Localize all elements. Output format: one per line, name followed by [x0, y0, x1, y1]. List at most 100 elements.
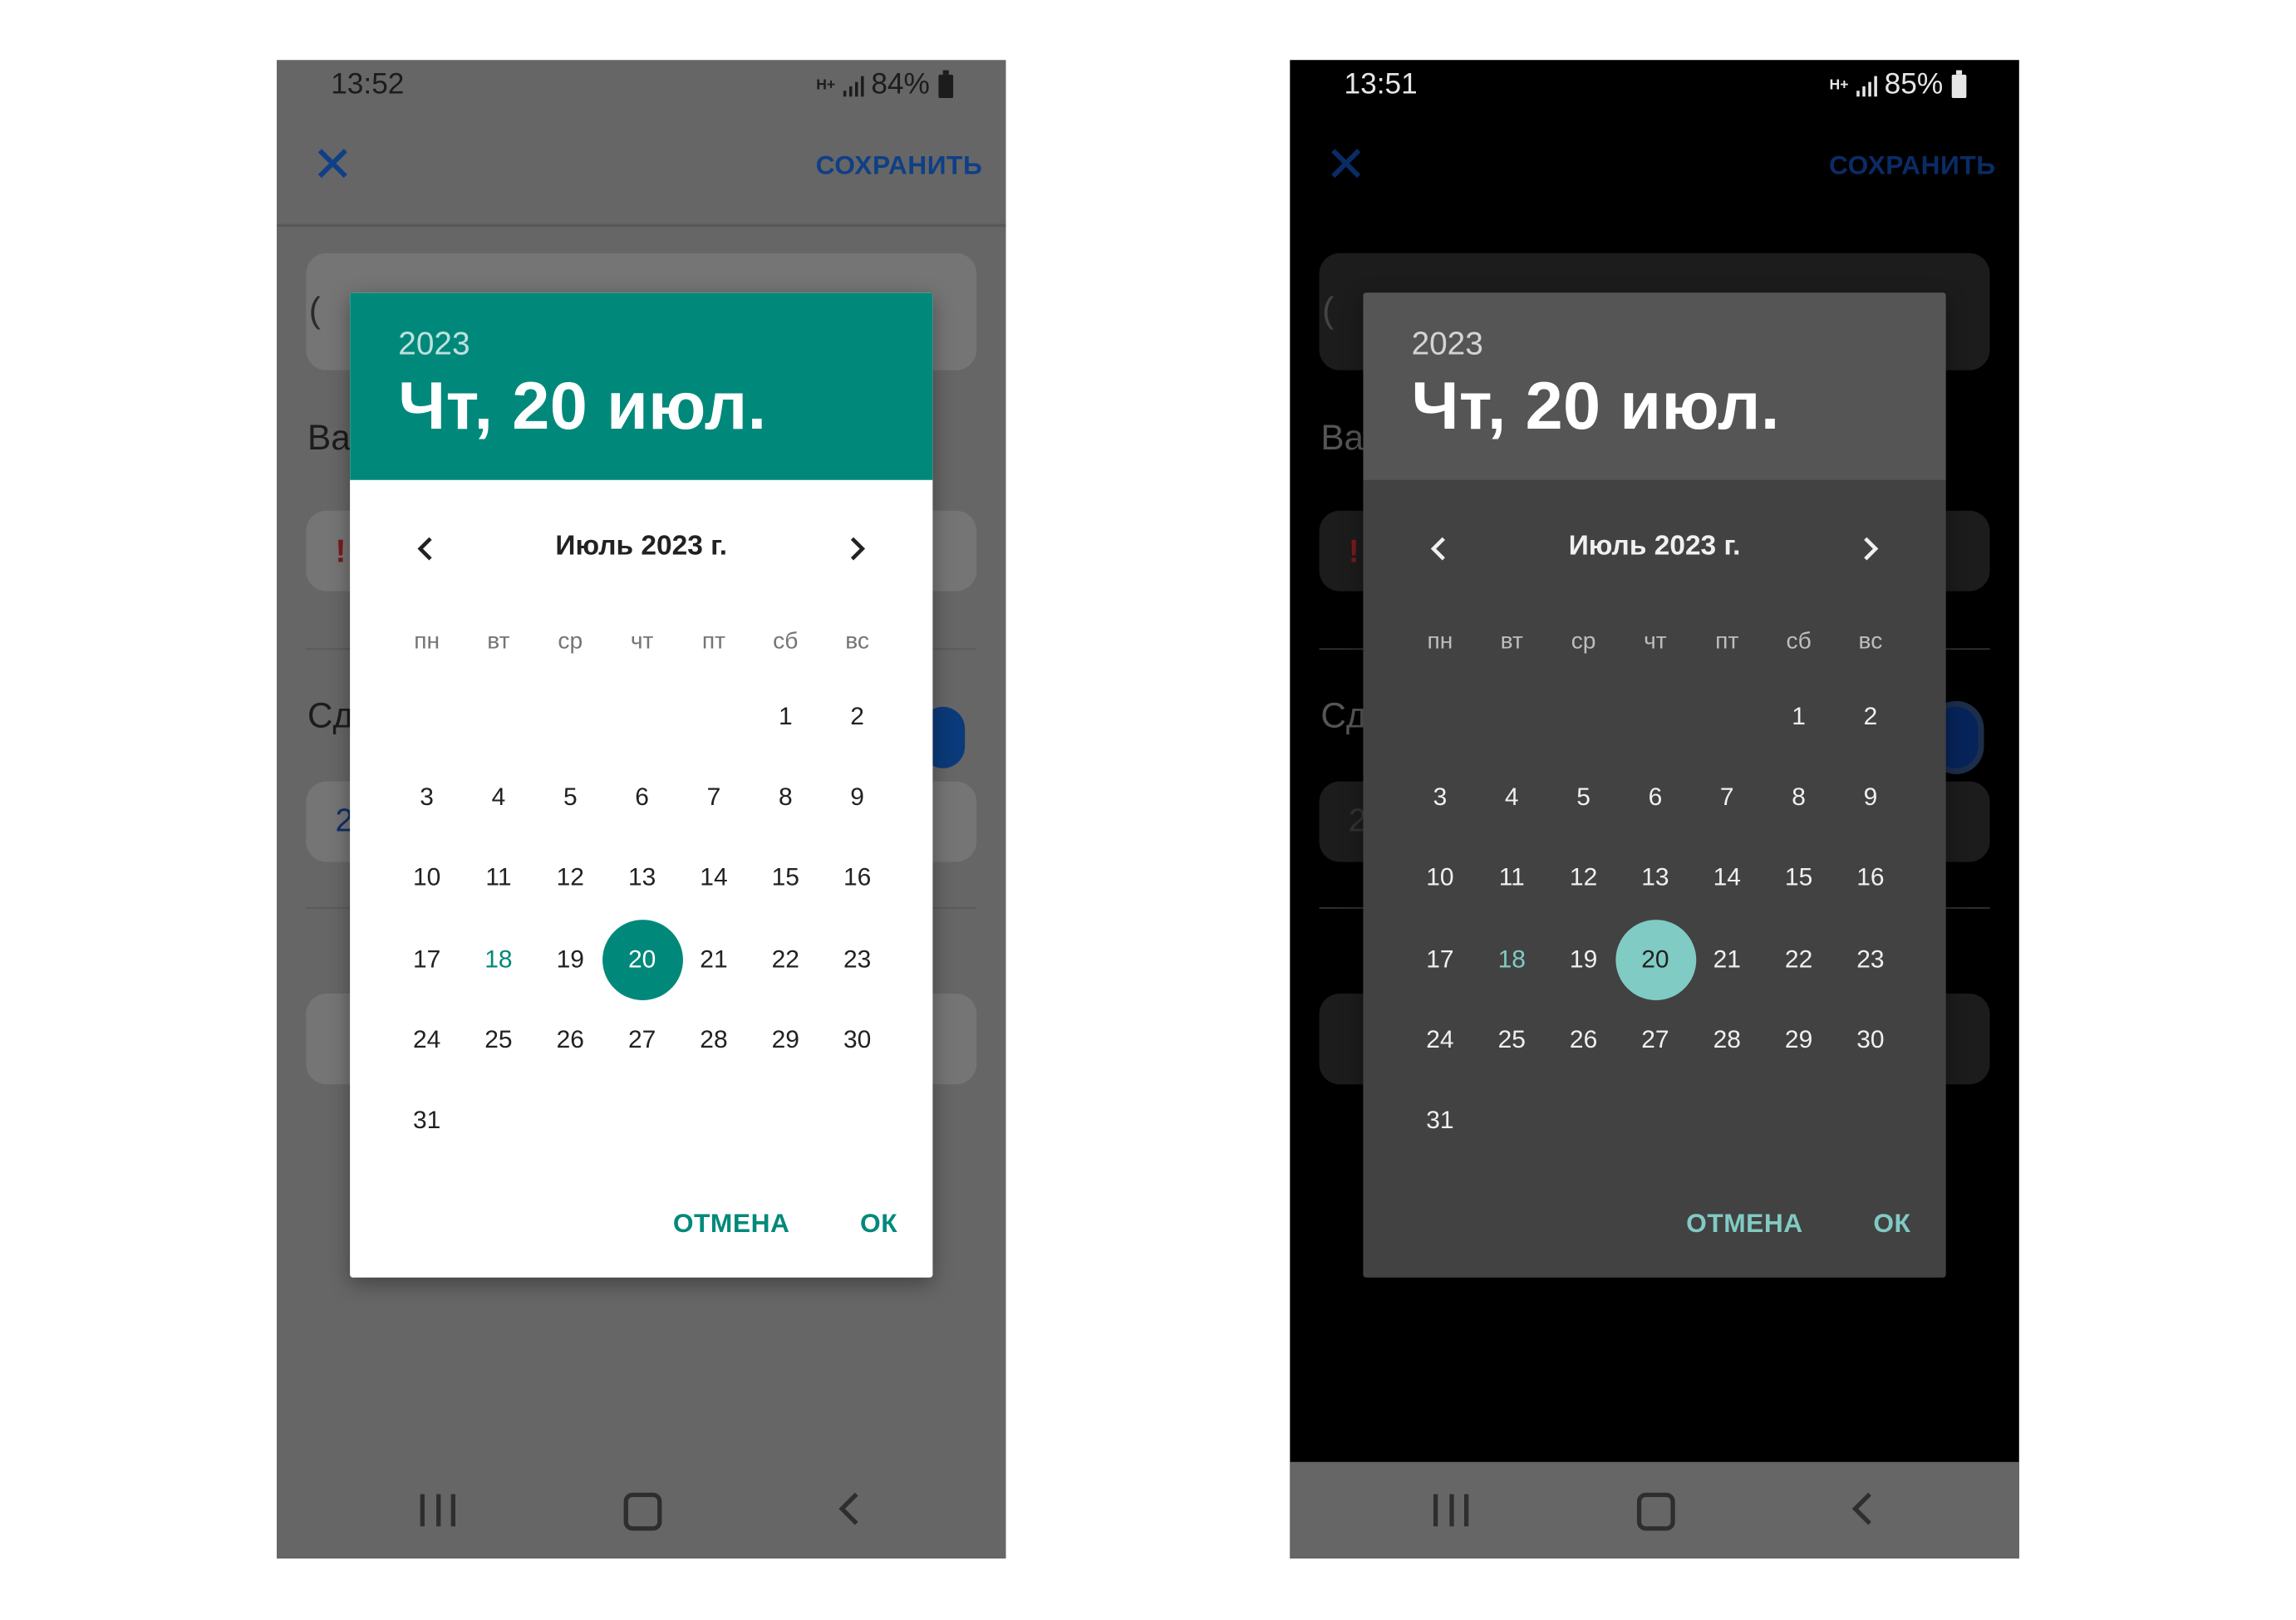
calendar-day[interactable]: 14: [1691, 838, 1763, 919]
calendar-day-selected[interactable]: 20: [1620, 919, 1691, 999]
cancel-button[interactable]: ОТМЕНА: [1651, 1208, 1838, 1239]
calendar-day[interactable]: 12: [1547, 838, 1619, 919]
calendar-day[interactable]: 13: [1620, 838, 1691, 919]
home-icon[interactable]: [623, 1492, 662, 1531]
calendar-day-number: 21: [1713, 945, 1741, 973]
back-icon[interactable]: [834, 1491, 863, 1526]
calendar-day[interactable]: 11: [463, 838, 534, 919]
calendar-day[interactable]: 2: [1835, 676, 1906, 757]
calendar-day[interactable]: 28: [1691, 999, 1763, 1080]
calendar-day[interactable]: 15: [750, 838, 821, 919]
ok-button[interactable]: ОК: [1838, 1208, 1946, 1239]
calendar-day[interactable]: 5: [1547, 757, 1619, 837]
calendar-day[interactable]: 23: [821, 919, 892, 999]
status-time: 13:51: [1344, 68, 1418, 101]
calendar-day[interactable]: 18: [463, 919, 534, 999]
calendar-day-number: 9: [1863, 783, 1878, 811]
chevron-right-icon: [1864, 537, 1879, 561]
calendar-day-number: 8: [778, 783, 793, 811]
calendar-day[interactable]: 31: [391, 1081, 462, 1161]
calendar-day[interactable]: 11: [1476, 838, 1547, 919]
calendar-day-number: 10: [1426, 863, 1454, 892]
calendar-day[interactable]: 12: [534, 838, 606, 919]
calendar-day[interactable]: 4: [463, 757, 534, 837]
next-month-button[interactable]: [1852, 531, 1887, 566]
calendar-day-selected[interactable]: 20: [606, 919, 677, 999]
calendar-day[interactable]: 28: [678, 999, 750, 1080]
ok-button[interactable]: ОК: [825, 1208, 933, 1239]
year-selector[interactable]: 2023: [398, 325, 470, 363]
save-button[interactable]: СОХРАНИТЬ: [1829, 150, 1996, 181]
calendar-day-number: 2: [1863, 701, 1878, 730]
calendar-day[interactable]: 3: [1404, 757, 1476, 837]
calendar-day[interactable]: 18: [1476, 919, 1547, 999]
calendar-day[interactable]: 2: [821, 676, 892, 757]
calendar-day[interactable]: 26: [534, 999, 606, 1080]
calendar-day[interactable]: 8: [750, 757, 821, 837]
calendar-day-number: 13: [627, 863, 656, 892]
calendar-day-number: 19: [1569, 945, 1598, 973]
calendar-day[interactable]: 6: [1620, 757, 1691, 837]
calendar-day[interactable]: 9: [821, 757, 892, 837]
calendar-day-number: 22: [771, 945, 799, 973]
calendar-day[interactable]: 27: [1620, 999, 1691, 1080]
calendar-day[interactable]: 16: [821, 838, 892, 919]
calendar-day[interactable]: 30: [1835, 999, 1906, 1080]
calendar-day-number: 24: [1426, 1025, 1454, 1053]
calendar-day[interactable]: 7: [1691, 757, 1763, 837]
back-icon[interactable]: [1848, 1491, 1877, 1526]
calendar-day-number: 2: [850, 701, 864, 730]
calendar-day[interactable]: 26: [1547, 999, 1619, 1080]
calendar-day-number: 30: [1856, 1025, 1885, 1053]
calendar-day[interactable]: 22: [750, 919, 821, 999]
calendar-day[interactable]: 27: [606, 999, 677, 1080]
calendar-day[interactable]: 7: [678, 757, 750, 837]
recent-apps-icon[interactable]: [420, 1494, 455, 1527]
next-month-button[interactable]: [839, 531, 874, 566]
weekday-label: чт: [630, 629, 654, 655]
calendar-day[interactable]: 29: [750, 999, 821, 1080]
calendar-day[interactable]: 24: [1404, 999, 1476, 1080]
calendar-day[interactable]: 17: [391, 919, 462, 999]
calendar-day[interactable]: 3: [391, 757, 462, 837]
calendar-day[interactable]: 31: [1404, 1081, 1476, 1161]
calendar-day[interactable]: 10: [1404, 838, 1476, 919]
calendar-day[interactable]: 19: [534, 919, 606, 999]
calendar-day[interactable]: 4: [1476, 757, 1547, 837]
calendar-day[interactable]: 9: [1835, 757, 1906, 837]
calendar-day-number: 23: [1856, 945, 1885, 973]
calendar-day-number: 16: [843, 863, 872, 892]
calendar-day[interactable]: 25: [1476, 999, 1547, 1080]
calendar-day[interactable]: 13: [606, 838, 677, 919]
cancel-button[interactable]: ОТМЕНА: [638, 1208, 825, 1239]
calendar-day[interactable]: 29: [1763, 999, 1834, 1080]
status-time: 13:52: [331, 68, 405, 101]
calendar-day[interactable]: 25: [463, 999, 534, 1080]
save-button[interactable]: СОХРАНИТЬ: [816, 150, 983, 181]
calendar-day[interactable]: 6: [606, 757, 677, 837]
calendar-day-number: 4: [1504, 783, 1519, 811]
calendar-day[interactable]: 15: [1763, 838, 1834, 919]
calendar-day[interactable]: 8: [1763, 757, 1834, 837]
calendar-day[interactable]: 21: [678, 919, 750, 999]
calendar-day[interactable]: 30: [821, 999, 892, 1080]
calendar-day[interactable]: 21: [1691, 919, 1763, 999]
calendar-day[interactable]: 1: [1763, 676, 1834, 757]
calendar-day[interactable]: 17: [1404, 919, 1476, 999]
close-icon[interactable]: ✕: [312, 140, 353, 190]
calendar-day[interactable]: 14: [678, 838, 750, 919]
calendar-day[interactable]: 5: [534, 757, 606, 837]
calendar-day[interactable]: 24: [391, 999, 462, 1080]
system-nav-bar: [277, 1461, 1006, 1559]
calendar-day[interactable]: 22: [1763, 919, 1834, 999]
calendar-day-number: 3: [420, 783, 434, 811]
calendar-day[interactable]: 19: [1547, 919, 1619, 999]
year-selector[interactable]: 2023: [1412, 325, 1483, 363]
recent-apps-icon[interactable]: [1433, 1494, 1469, 1527]
home-icon[interactable]: [1636, 1492, 1675, 1531]
calendar-day[interactable]: 16: [1835, 838, 1906, 919]
calendar-day[interactable]: 10: [391, 838, 462, 919]
calendar-day[interactable]: 1: [750, 676, 821, 757]
close-icon[interactable]: ✕: [1325, 140, 1367, 190]
calendar-day[interactable]: 23: [1835, 919, 1906, 999]
